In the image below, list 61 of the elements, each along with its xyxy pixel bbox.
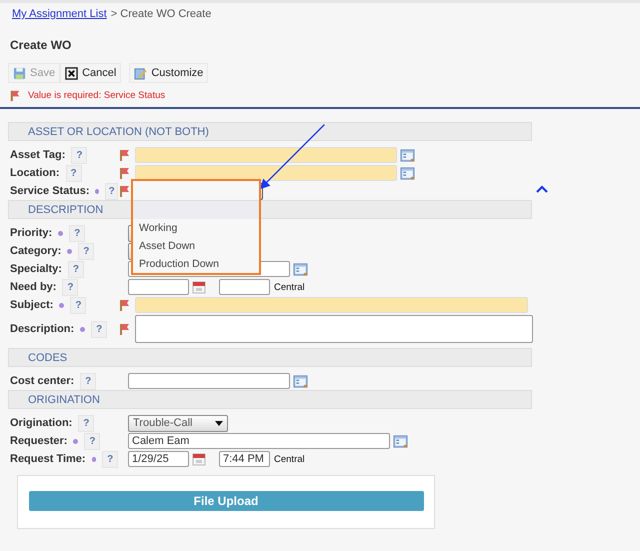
- input-field[interactable]: Calem Eam: [128, 433, 390, 449]
- field-label: Service Status:: [10, 185, 90, 197]
- field-label: Description:: [10, 323, 74, 335]
- lookup-icon[interactable]: [293, 374, 308, 388]
- breadcrumb-current: > Create WO Create: [110, 8, 212, 22]
- help-button[interactable]: ?: [84, 432, 100, 450]
- lookup-icon[interactable]: [293, 262, 308, 276]
- collapse-icon[interactable]: [536, 185, 548, 193]
- page-title: Create WO: [9, 37, 72, 53]
- breadcrumb-link[interactable]: My Assignment List: [12, 8, 107, 24]
- select-field[interactable]: Trouble-Call: [128, 414, 228, 432]
- time-zone: Central: [274, 282, 305, 292]
- file-upload-button[interactable]: File Upload: [28, 491, 424, 511]
- pencil-form-icon: [134, 66, 148, 80]
- help-button[interactable]: ?: [71, 146, 88, 164]
- lookup-icon[interactable]: [393, 434, 408, 448]
- calendar-icon[interactable]: [192, 280, 206, 294]
- dropdown-option[interactable]: Working: [133, 218, 259, 236]
- section-header: ASSET OR LOCATION (NOT BOTH): [8, 122, 532, 141]
- time-zone: Central: [274, 454, 305, 464]
- field-label: Priority:: [10, 227, 52, 239]
- dropdown-option[interactable]: Production Down: [133, 254, 259, 272]
- help-button[interactable]: ?: [69, 224, 86, 242]
- field-label: Asset Tag:: [10, 149, 66, 161]
- toolbar-button[interactable]: Cancel: [60, 63, 122, 83]
- text-area[interactable]: [135, 315, 533, 343]
- close-icon: [65, 66, 78, 80]
- section-header: ORIGINATION: [8, 390, 532, 409]
- help-button[interactable]: ?: [78, 242, 94, 260]
- help-button[interactable]: ?: [102, 450, 118, 468]
- input-field[interactable]: [128, 373, 290, 389]
- field-label: Origination:: [10, 417, 72, 429]
- field-label: Need by:: [10, 281, 56, 293]
- field-label: Request Time:: [10, 453, 86, 465]
- help-button[interactable]: ?: [70, 296, 86, 314]
- date-field[interactable]: 1/29/25: [128, 451, 189, 467]
- help-button[interactable]: ?: [91, 320, 108, 338]
- field-label: Requester:: [10, 435, 68, 447]
- help-button[interactable]: ?: [80, 372, 96, 390]
- help-button[interactable]: ?: [62, 278, 78, 296]
- caret-icon: [215, 420, 223, 426]
- date-field[interactable]: [128, 279, 189, 295]
- time-field[interactable]: 7:44 PM: [219, 451, 270, 467]
- field-label: Location:: [10, 167, 60, 179]
- field-label: Category:: [10, 245, 62, 257]
- field-label: Cost center:: [10, 375, 74, 387]
- field-label: Specialty:: [10, 263, 62, 275]
- toolbar-button[interactable]: Customize: [129, 63, 208, 83]
- field-label: Subject:: [10, 299, 54, 311]
- lookup-icon[interactable]: [400, 148, 415, 162]
- calendar-icon[interactable]: [192, 452, 206, 466]
- flag-icon: [9, 88, 22, 102]
- lookup-icon[interactable]: [400, 166, 415, 180]
- help-button[interactable]: ?: [78, 414, 94, 432]
- time-field[interactable]: [219, 279, 270, 295]
- help-button[interactable]: ?: [66, 164, 82, 182]
- help-button[interactable]: ?: [68, 260, 84, 278]
- error-message: Value is required: Service Status: [28, 90, 166, 100]
- help-button[interactable]: ?: [105, 182, 118, 200]
- dropdown-option[interactable]: Asset Down: [133, 236, 259, 254]
- section-header: CODES: [8, 348, 532, 367]
